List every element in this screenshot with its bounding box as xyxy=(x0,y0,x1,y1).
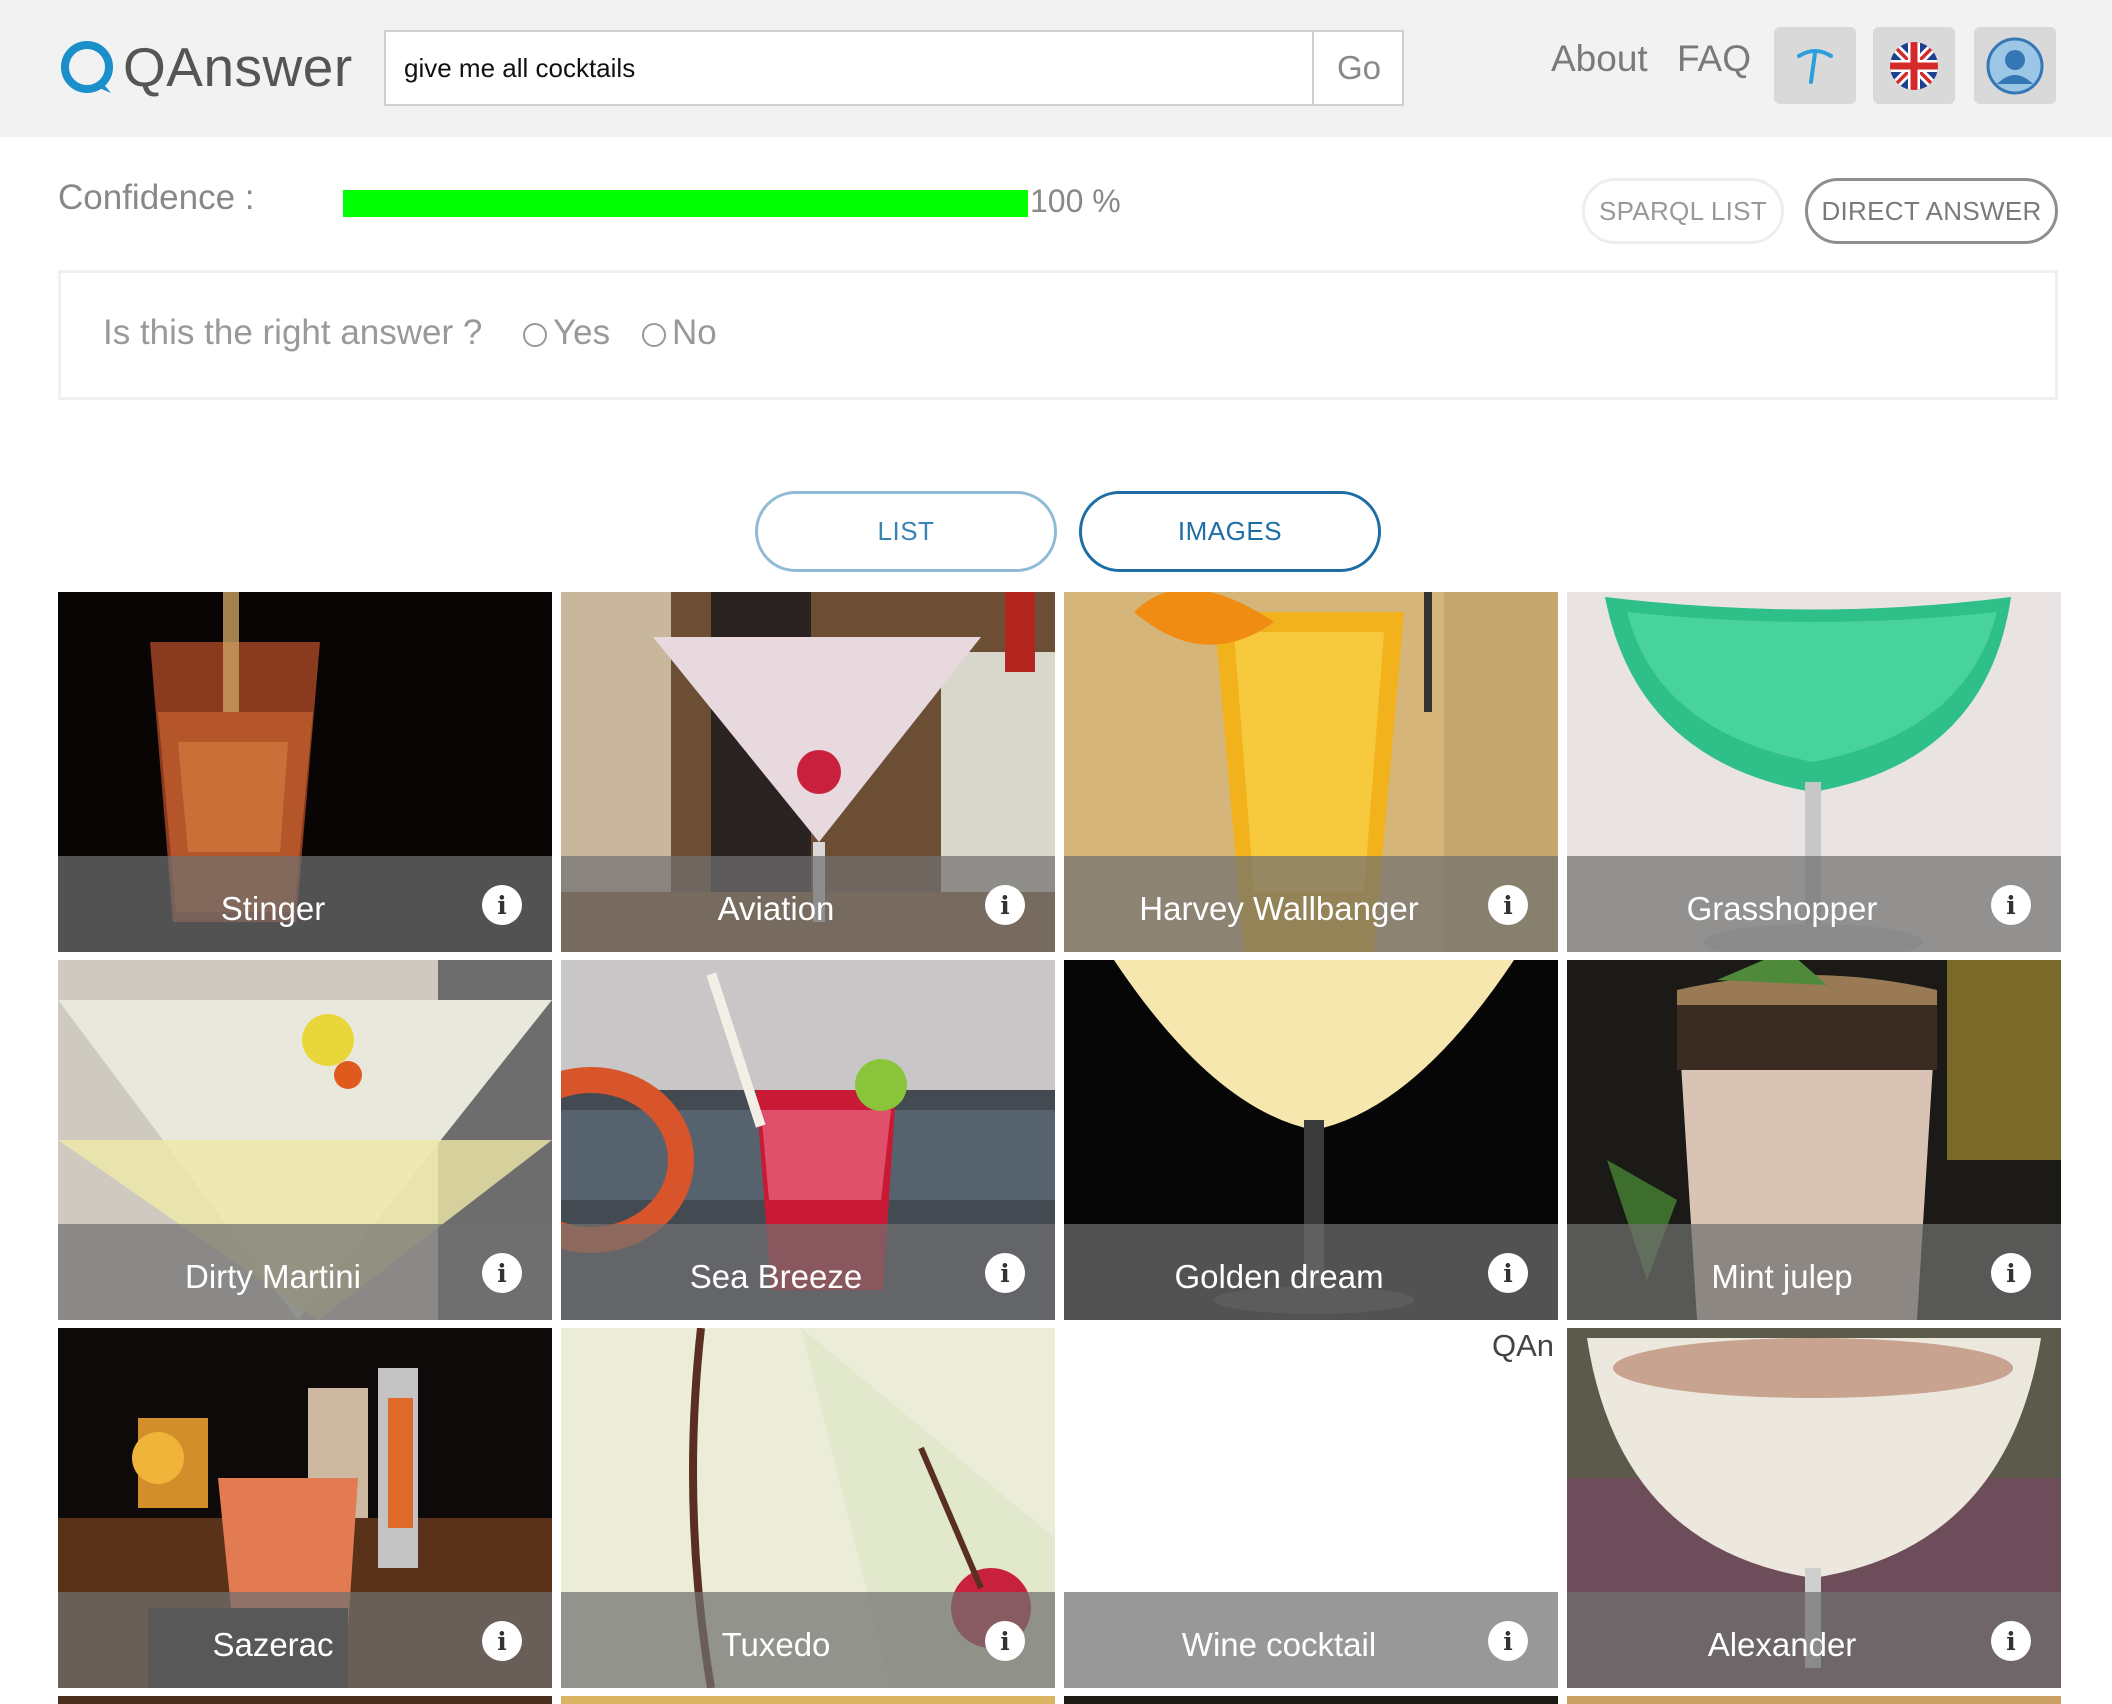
broken-image-alt: QAn xyxy=(1491,1328,1554,1363)
tile-title: Golden dream xyxy=(1174,1258,1384,1295)
result-tile-peek xyxy=(58,1696,552,1704)
info-icon[interactable]: i xyxy=(482,885,522,925)
search-box: Go xyxy=(384,30,1404,106)
result-tile-peek xyxy=(561,1696,1055,1704)
info-icon[interactable]: i xyxy=(1991,1253,2031,1293)
logo[interactable]: QAnswer xyxy=(57,34,353,100)
info-icon[interactable]: i xyxy=(985,1621,1025,1661)
logo-icon xyxy=(61,41,113,93)
tile-title: Sazerac xyxy=(212,1626,334,1663)
info-icon[interactable]: i xyxy=(1488,885,1528,925)
user-icon xyxy=(1986,37,2044,94)
tile-title: Tuxedo xyxy=(721,1626,831,1663)
result-tile[interactable]: Sea Breeze i xyxy=(561,960,1055,1320)
no-option[interactable]: No xyxy=(642,313,717,353)
go-button[interactable]: Go xyxy=(1312,32,1404,104)
tile-title: Dirty Martini xyxy=(184,1258,361,1295)
tool-icon xyxy=(1797,48,1833,84)
info-icon[interactable]: i xyxy=(482,1621,522,1661)
result-tile[interactable]: QAn Wine cocktail i xyxy=(1064,1328,1558,1688)
tile-title: Wine cocktail xyxy=(1181,1626,1377,1663)
about-link[interactable]: About xyxy=(1551,38,1648,80)
tile-title: Mint julep xyxy=(1711,1258,1853,1295)
uk-flag-icon xyxy=(1890,41,1938,90)
search-input[interactable] xyxy=(404,32,1364,104)
tile-title: Grasshopper xyxy=(1686,890,1878,927)
info-icon[interactable]: i xyxy=(1991,885,2031,925)
faq-link[interactable]: FAQ xyxy=(1677,38,1751,80)
yes-option[interactable]: Yes xyxy=(523,313,610,353)
yes-radio[interactable] xyxy=(523,323,547,347)
info-icon[interactable]: i xyxy=(482,1253,522,1293)
result-tile[interactable]: Mint julep i xyxy=(1567,960,2061,1320)
tab-list[interactable]: LIST xyxy=(755,491,1057,572)
tab-images[interactable]: IMAGES xyxy=(1079,491,1381,572)
confidence-bar xyxy=(343,190,1028,217)
result-tile[interactable]: Golden dream i xyxy=(1064,960,1558,1320)
yes-label: Yes xyxy=(553,313,611,352)
confidence-label: Confidence : xyxy=(58,178,255,217)
result-tile[interactable]: Alexander i xyxy=(1567,1328,2061,1688)
tile-title: Aviation xyxy=(717,890,835,927)
info-icon[interactable]: i xyxy=(985,1253,1025,1293)
result-tile[interactable]: Harvey Wallbanger i xyxy=(1064,592,1558,952)
no-label: No xyxy=(672,313,717,352)
feedback-question: Is this the right answer ? xyxy=(103,313,483,352)
result-tile[interactable]: Dirty Martini i xyxy=(58,960,552,1320)
result-tile[interactable]: Stinger i xyxy=(58,592,552,952)
user-button[interactable] xyxy=(1974,27,2056,104)
sparql-list-button[interactable]: SPARQL LIST xyxy=(1582,178,1784,244)
no-radio[interactable] xyxy=(642,323,666,347)
result-tile[interactable]: Sazerac i xyxy=(58,1328,552,1688)
result-tile-peek xyxy=(1567,1696,2061,1704)
result-tile[interactable]: Grasshopper i xyxy=(1567,592,2061,952)
tile-title: Stinger xyxy=(220,890,326,927)
tile-title: Harvey Wallbanger xyxy=(1139,890,1419,927)
tool-button[interactable] xyxy=(1774,27,1856,104)
tile-title: Sea Breeze xyxy=(689,1258,863,1295)
confidence-bar-fill xyxy=(343,190,1028,217)
info-icon[interactable]: i xyxy=(985,885,1025,925)
result-tile-peek xyxy=(1064,1696,1558,1704)
language-button[interactable] xyxy=(1873,27,1955,104)
confidence-value: 100 % xyxy=(1030,183,1121,219)
top-bar: QAnswer Go About FAQ xyxy=(0,0,2112,137)
direct-answer-button[interactable]: DIRECT ANSWER xyxy=(1805,178,2058,244)
feedback-panel: Is this the right answer ? Yes No xyxy=(58,270,2058,400)
info-icon[interactable]: i xyxy=(1488,1621,1528,1661)
tile-title: Alexander xyxy=(1707,1626,1857,1663)
result-tile[interactable]: Tuxedo i xyxy=(561,1328,1055,1688)
result-tile[interactable]: Aviation i xyxy=(561,592,1055,952)
logo-text: QAnswer xyxy=(123,36,353,98)
info-icon[interactable]: i xyxy=(1991,1621,2031,1661)
info-icon[interactable]: i xyxy=(1488,1253,1528,1293)
